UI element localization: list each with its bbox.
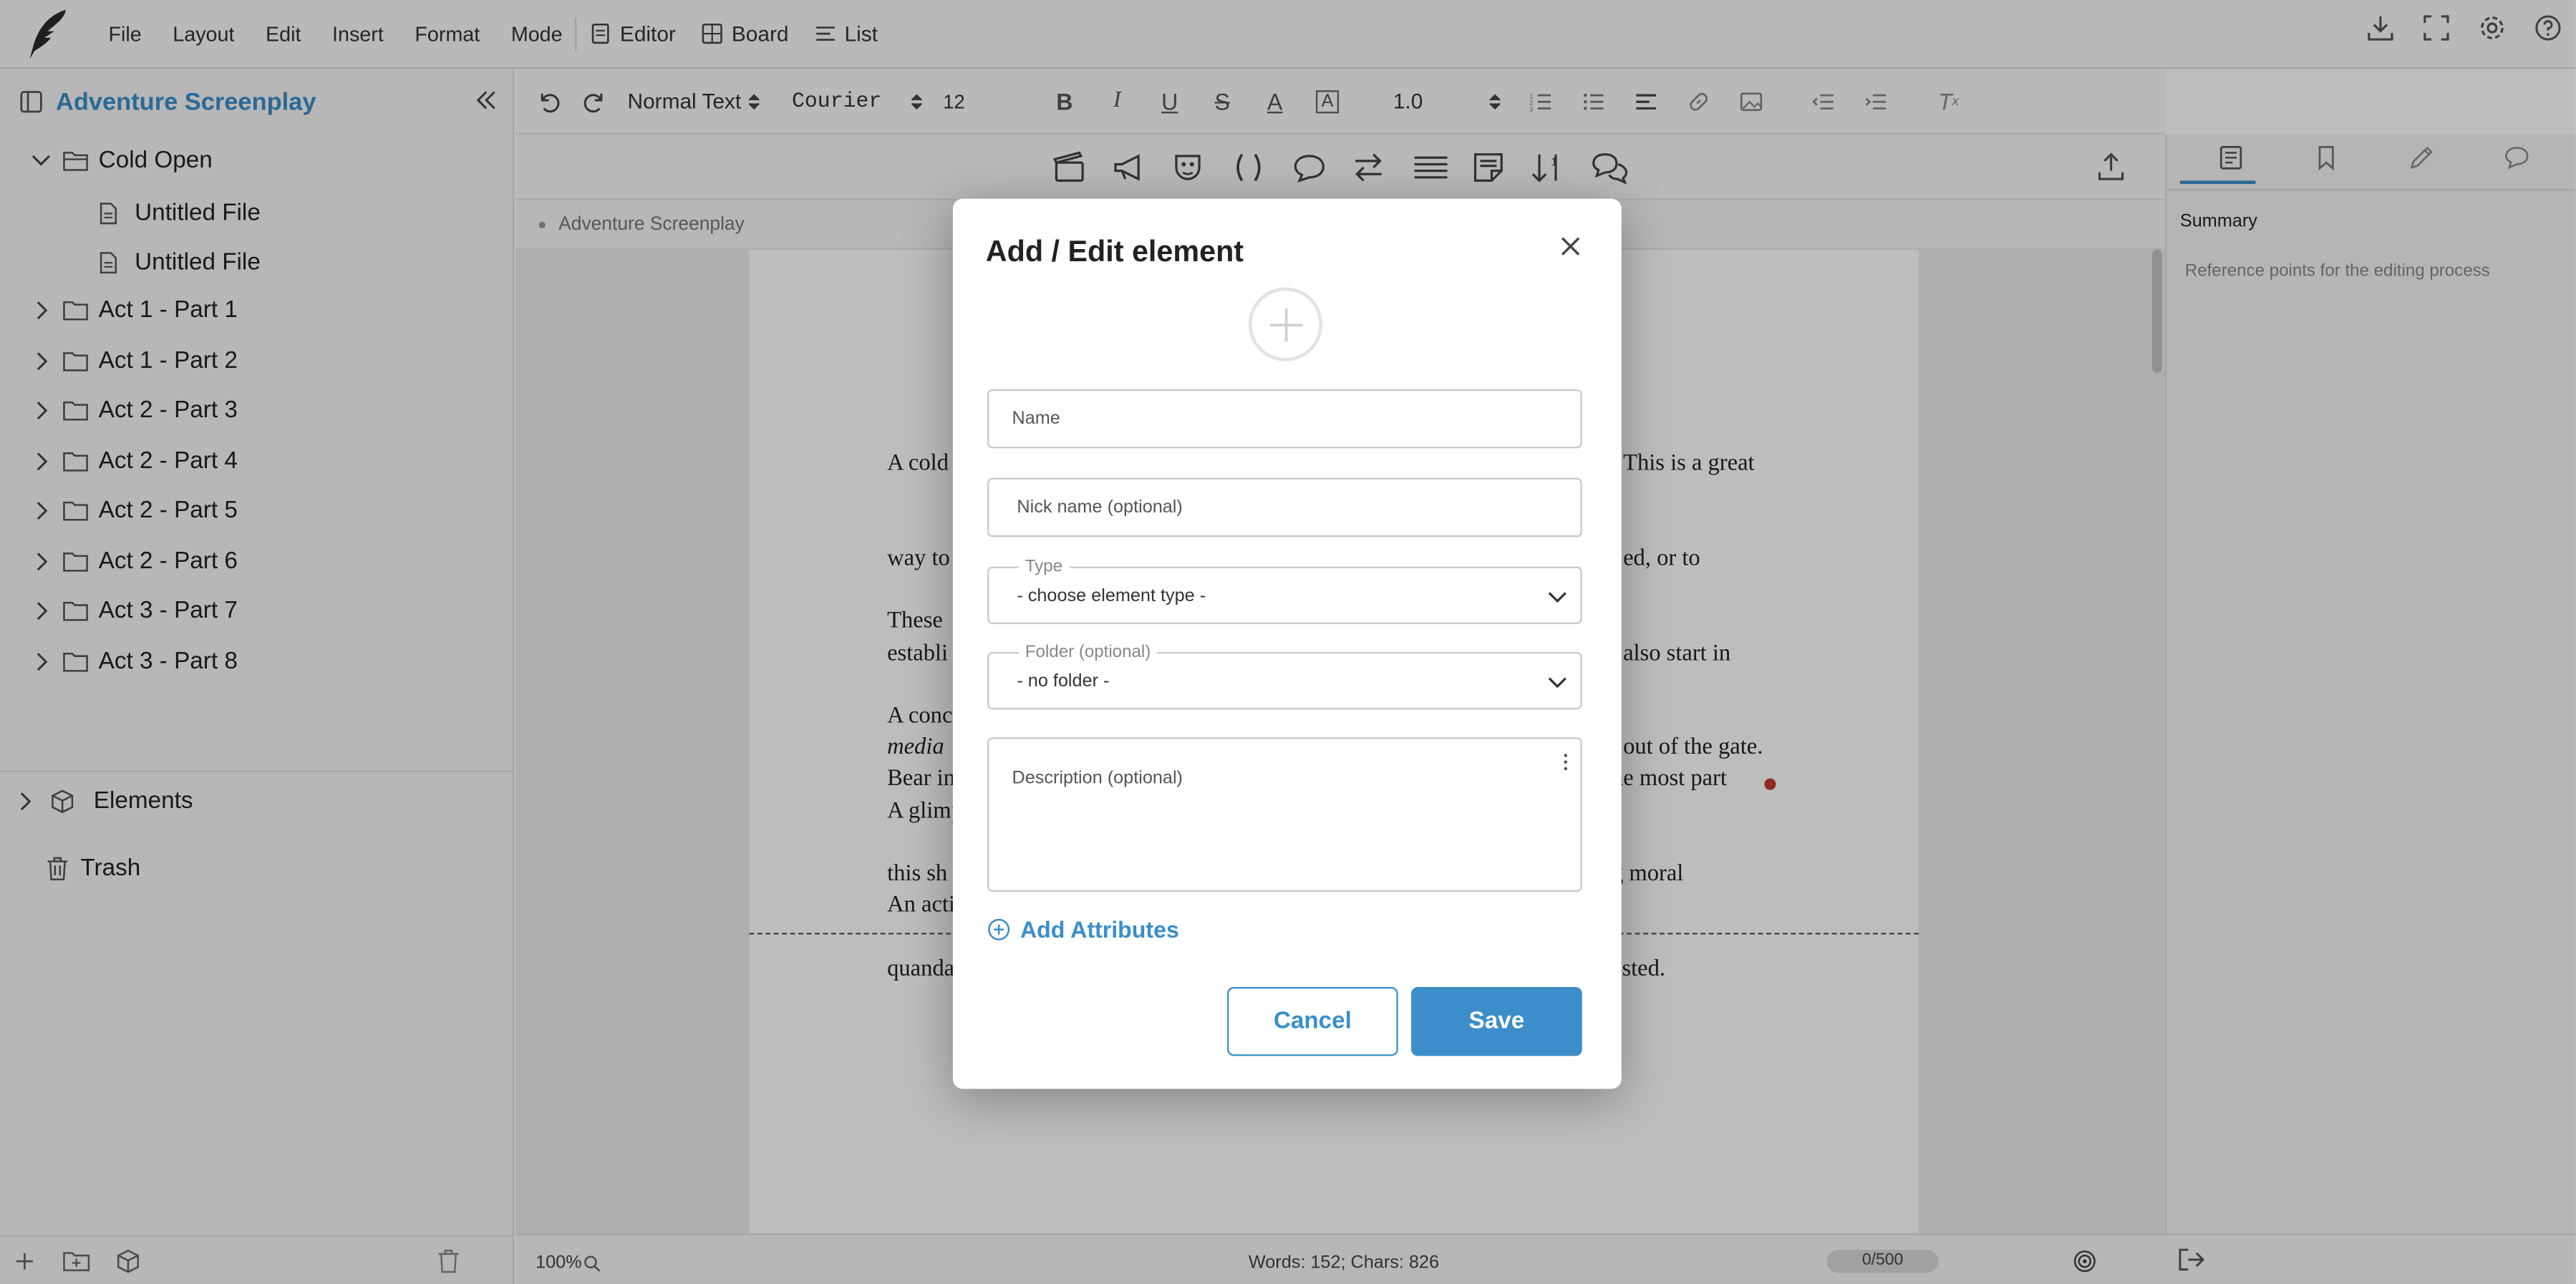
nickname-input[interactable] (987, 477, 1582, 538)
more-options-icon[interactable] (1562, 752, 1569, 772)
folder-value: - no folder - (1017, 671, 1110, 692)
chevron-down-icon (1548, 592, 1567, 603)
cancel-button[interactable]: Cancel (1227, 987, 1398, 1056)
add-image-button[interactable] (1248, 287, 1323, 361)
plus-icon (1269, 308, 1302, 341)
app-window: File Layout Edit Insert Format Mode Edit… (0, 0, 2576, 1284)
type-value: - choose element type - (1017, 586, 1206, 606)
plus-circle-icon (988, 918, 1010, 940)
description-textarea[interactable] (987, 737, 1582, 892)
save-button[interactable]: Save (1411, 987, 1582, 1056)
type-select[interactable]: Type - choose element type - (987, 556, 1582, 624)
add-edit-element-dialog: Add / Edit element Type - choose element… (952, 198, 1622, 1089)
folder-select[interactable]: Folder (optional) - no folder - (987, 642, 1582, 710)
dialog-title: Add / Edit element (985, 235, 1244, 268)
close-icon[interactable] (1559, 235, 1582, 258)
chevron-down-icon (1548, 677, 1567, 689)
add-attributes-button[interactable]: Add Attributes (987, 916, 1179, 943)
name-input[interactable] (987, 389, 1582, 449)
folder-legend: Folder (optional) (1018, 642, 1158, 662)
add-attributes-label: Add Attributes (1020, 916, 1179, 943)
type-legend: Type (1018, 556, 1070, 577)
